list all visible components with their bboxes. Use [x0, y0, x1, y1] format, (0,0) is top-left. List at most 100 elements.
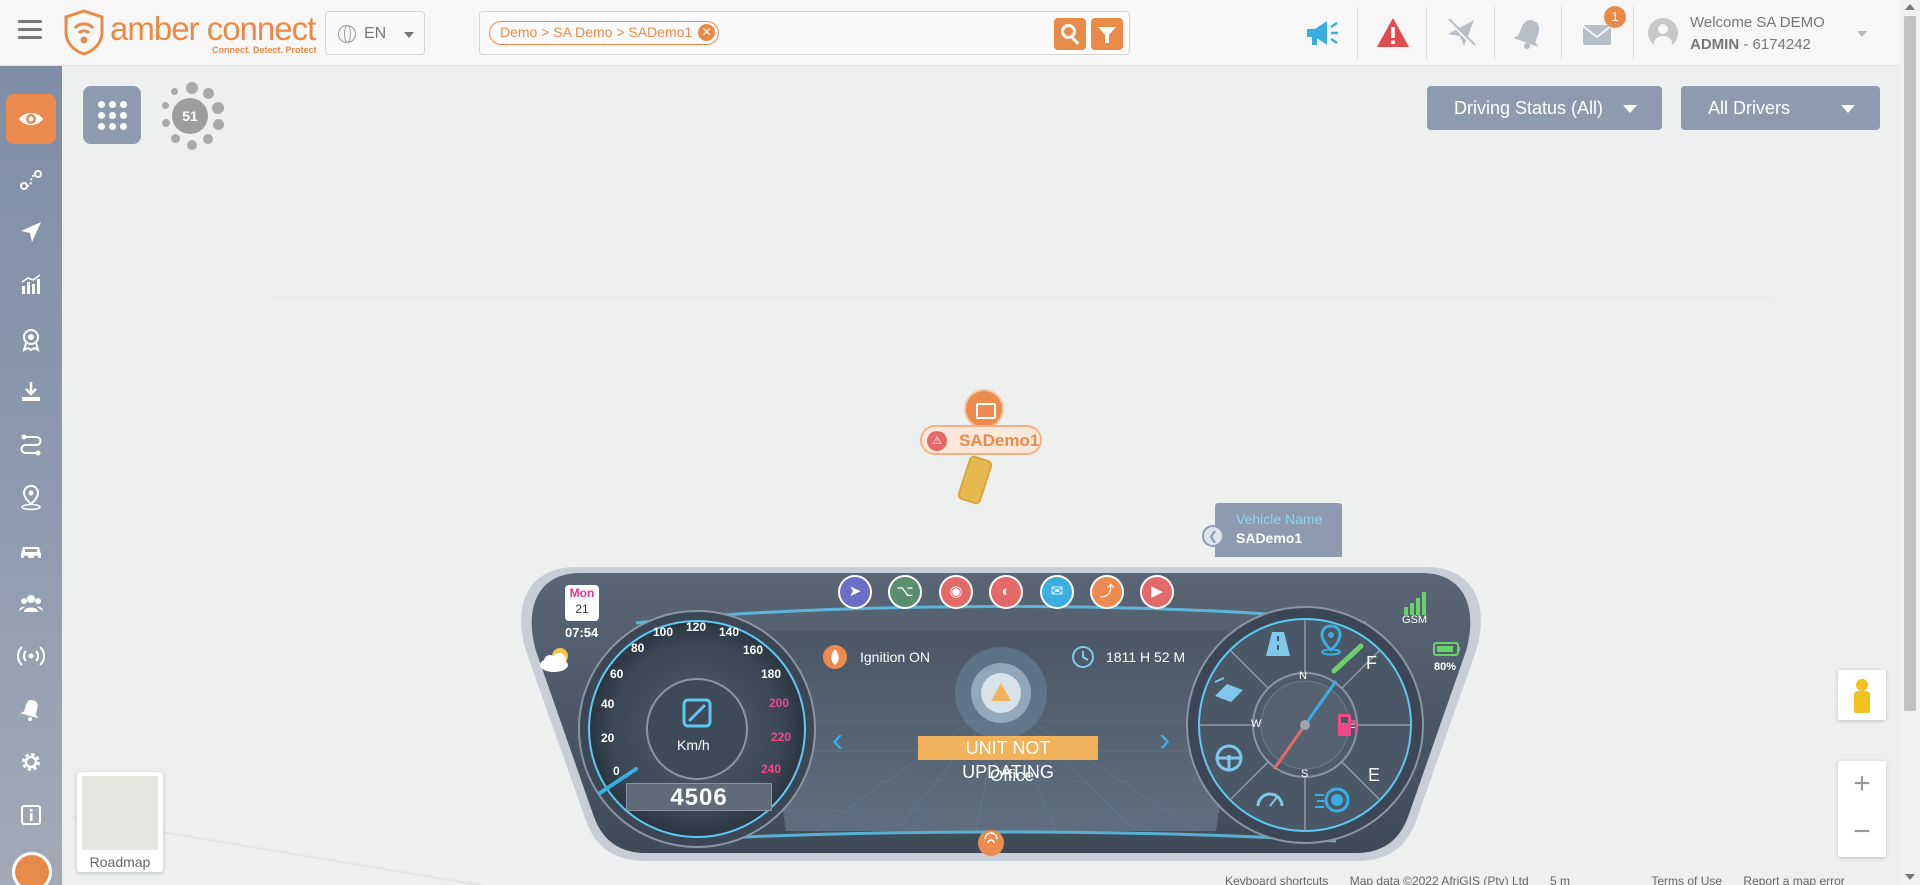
driving-status-dropdown[interactable]: Driving Status (All): [1427, 86, 1662, 130]
vehicle-dashboard: ➤ ⌥ ◉ ◐ ✉ ⤴ ▶ Mon 21 07:54 0 20 40 60 80…: [516, 561, 1486, 864]
keyboard-shortcuts-link[interactable]: Keyboard shortcuts: [1225, 874, 1328, 885]
map-footer: Keyboard shortcuts Map data ©2022 AfriGI…: [1225, 874, 1863, 885]
previous-arrow-icon[interactable]: ‹: [832, 721, 843, 760]
sidebar-item-users[interactable]: [16, 588, 46, 618]
duration-text: 1811 H 52 M: [1106, 649, 1186, 665]
steering-icon: [1215, 744, 1243, 772]
breadcrumb-chip[interactable]: Demo > SA Demo > SADemo1 ✕: [489, 21, 720, 45]
sidebar-item-live-view[interactable]: [6, 94, 56, 144]
zoom-in-button[interactable]: +: [1838, 761, 1886, 809]
chat-button[interactable]: [12, 852, 52, 885]
speed-tick: 240: [761, 762, 782, 776]
map-road: [272, 297, 1772, 298]
admin-id: - 6174242: [1743, 36, 1811, 53]
roadmap-toggle[interactable]: Roadmap: [77, 772, 163, 872]
sidebar-item-navigation[interactable]: [16, 217, 46, 247]
route-button[interactable]: ⌥: [888, 575, 922, 609]
scrollbar-thumb[interactable]: [1904, 16, 1916, 711]
geofence-button[interactable]: ◐: [989, 575, 1023, 609]
divider: [1561, 6, 1562, 60]
vehicle-name-tab[interactable]: Vehicle Name SADemo1: [1215, 503, 1342, 557]
map-scale[interactable]: 5 m: [1550, 874, 1570, 885]
chevron-down-icon: [404, 32, 414, 38]
speed-unit: Km/h: [677, 737, 710, 753]
drivers-label: All Drivers: [1708, 98, 1791, 118]
vehicle-map-name: SADemo1: [959, 431, 1040, 450]
speed-tick: 120: [686, 620, 707, 634]
drivers-dropdown[interactable]: All Drivers: [1681, 86, 1880, 130]
snapshot-button[interactable]: ◉: [939, 575, 973, 609]
time-text: 07:54: [565, 625, 599, 640]
fuel-empty-label: E: [1368, 765, 1381, 785]
logo-text: amber connect: [110, 10, 316, 47]
navigation-icon: [21, 222, 41, 242]
language-selector[interactable]: EN: [325, 11, 425, 55]
next-arrow-icon[interactable]: ›: [1159, 721, 1170, 760]
message-button[interactable]: ✉: [1040, 575, 1074, 609]
close-icon[interactable]: ✕: [698, 24, 716, 41]
odometer: 4506: [626, 783, 772, 811]
search-button[interactable]: [1054, 18, 1086, 50]
roadmap-thumbnail: [82, 776, 158, 850]
sidebar-item-download[interactable]: [16, 377, 46, 407]
sidebar-item-alerts[interactable]: [16, 694, 46, 724]
mail-icon[interactable]: 1: [1580, 6, 1626, 52]
admin-role: ADMIN: [1690, 36, 1740, 53]
avatar[interactable]: [1648, 18, 1678, 48]
announcement-icon[interactable]: [1303, 14, 1341, 52]
menu-icon[interactable]: [18, 20, 42, 40]
terms-link[interactable]: Terms of Use: [1651, 874, 1722, 885]
filter-button[interactable]: [1091, 18, 1123, 50]
sidebar-item-vehicles[interactable]: [16, 535, 46, 565]
vehicle-cluster[interactable]: 51: [158, 82, 228, 152]
warning-icon: ⚠: [927, 431, 947, 451]
fuel-icon: [1338, 714, 1357, 736]
sidebar-item-settings[interactable]: [16, 747, 46, 777]
vehicle-info-pin[interactable]: [964, 389, 1004, 429]
location-off-icon[interactable]: [1442, 14, 1480, 52]
scroll-down-arrow[interactable]: [1905, 874, 1915, 880]
cluster-count: 51: [172, 98, 208, 134]
zoom-out-button[interactable]: −: [1838, 809, 1886, 857]
report-error-link[interactable]: Report a map error: [1743, 874, 1844, 885]
share-button[interactable]: ⤴: [1090, 575, 1124, 609]
collapse-arrow-icon[interactable]: ❮: [1202, 525, 1224, 547]
sidebar-item-info[interactable]: [16, 800, 46, 830]
admin-text: ADMIN - 6174242: [1690, 36, 1811, 53]
user-menu-chevron-icon[interactable]: [1857, 31, 1867, 37]
sidebar-item-location[interactable]: [16, 482, 46, 512]
page-scrollbar[interactable]: [1900, 0, 1920, 885]
logo-tagline: Connect. Detect. Protect: [212, 45, 317, 55]
street-view-pegman[interactable]: [1838, 670, 1886, 720]
bell-icon[interactable]: [1510, 14, 1548, 52]
speed-tick: 140: [719, 625, 740, 639]
sidebar-item-analytics[interactable]: [16, 270, 46, 300]
search-bar[interactable]: Demo > SA Demo > SADemo1 ✕: [479, 11, 1130, 55]
trips-icon: [20, 434, 42, 456]
logo[interactable]: amber connect Connect. Detect. Protect: [62, 8, 317, 56]
sidebar-item-broadcast[interactable]: [16, 641, 46, 671]
sidebar-item-route[interactable]: [16, 165, 46, 195]
sidebar-item-award[interactable]: [16, 324, 46, 354]
route-icon: [20, 170, 42, 190]
day-name: Mon: [569, 586, 595, 600]
apps-grid-button[interactable]: [83, 86, 141, 144]
sidebar: [0, 66, 62, 885]
alert-icon[interactable]: [1374, 14, 1412, 52]
location-icon: [21, 484, 41, 511]
navigate-button[interactable]: ➤: [838, 575, 872, 609]
vehicle-name-label: Vehicle Name: [1236, 511, 1323, 527]
speed-unavailable-icon: [682, 698, 712, 728]
vehicle-map-label[interactable]: ⚠ SADemo1: [920, 425, 1042, 455]
zoom-control: + −: [1838, 761, 1886, 857]
mail-count-badge: 1: [1604, 6, 1626, 28]
sidebar-item-trips[interactable]: [16, 430, 46, 460]
map-pin-icon: [1320, 624, 1342, 656]
scroll-up-arrow[interactable]: [1905, 4, 1915, 10]
video-button[interactable]: ▶: [1140, 575, 1174, 609]
eye-icon: [19, 113, 43, 125]
fuel-full-label: F: [1366, 653, 1377, 673]
compass-north: N: [1299, 670, 1307, 682]
speed-tick: 80: [631, 641, 645, 655]
speed-tick: 180: [761, 667, 782, 681]
